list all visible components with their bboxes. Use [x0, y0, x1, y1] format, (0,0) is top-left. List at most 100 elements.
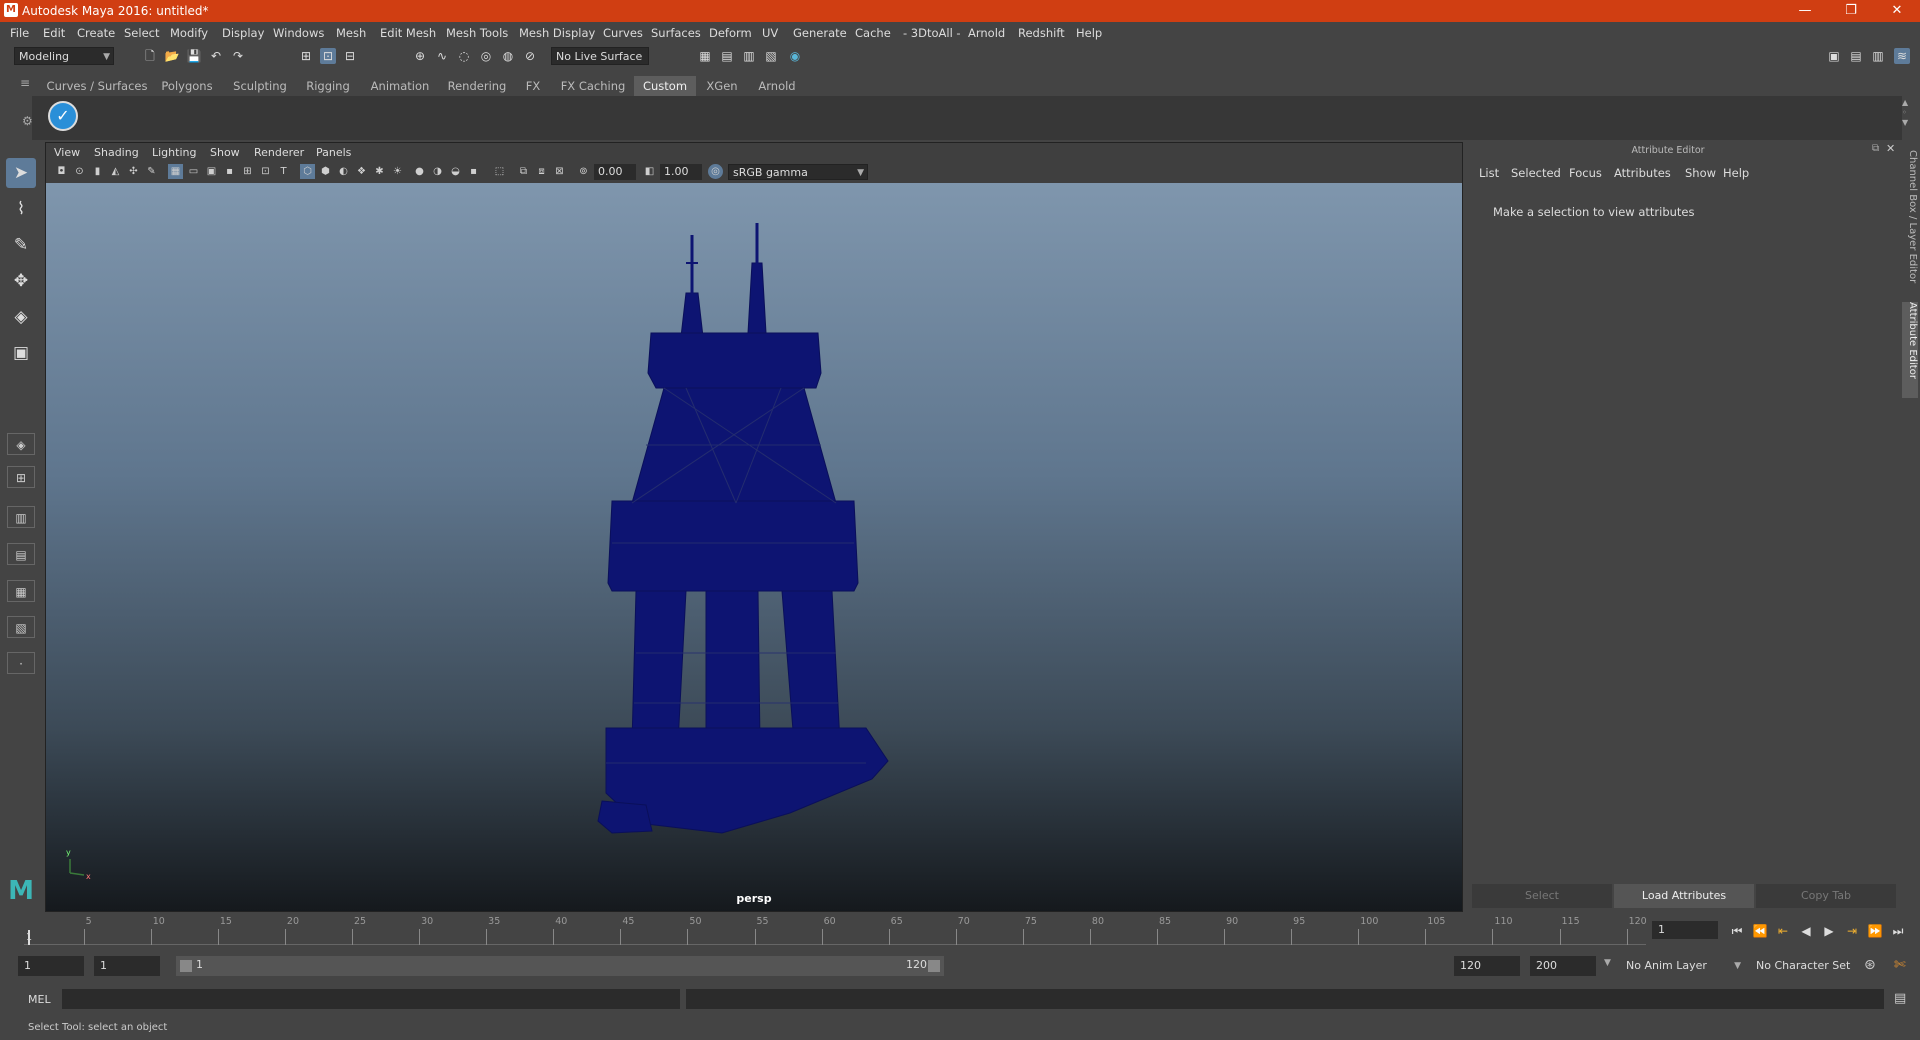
anti-aliasing-icon[interactable]: ◒: [448, 164, 463, 179]
new-scene-icon[interactable]: 🗋: [142, 48, 158, 64]
wireframe-on-shaded-icon[interactable]: ◐: [336, 164, 351, 179]
tab-animation[interactable]: Animation: [364, 76, 436, 96]
ae-menu-show[interactable]: Show: [1685, 166, 1716, 180]
playback-start-field[interactable]: 1: [94, 956, 160, 976]
animation-start-field[interactable]: 1: [18, 956, 84, 976]
go-to-start-icon[interactable]: ⏮: [1728, 922, 1746, 940]
motion-blur-icon[interactable]: ◑: [430, 164, 445, 179]
vp-menu-view[interactable]: View: [54, 146, 80, 159]
tab-rendering[interactable]: Rendering: [444, 76, 510, 96]
snap-curve-icon[interactable]: ∿: [434, 48, 450, 64]
channel-box-toggle-icon[interactable]: ≋: [1894, 48, 1910, 64]
save-scene-icon[interactable]: 💾: [186, 48, 202, 64]
select-objects-icon[interactable]: ⊡: [320, 48, 336, 64]
menu-curves[interactable]: Curves: [603, 26, 643, 40]
float-panel-icon[interactable]: ⧉: [1872, 143, 1879, 154]
select-hierarchy-icon[interactable]: ⊞: [298, 48, 314, 64]
time-slider[interactable]: 1 5 10 15 20 25 30 35 40 45 50 55 60 65 70 75 80 85 90 95 1…: [24, 915, 1647, 945]
xray-components-icon[interactable]: ⊠: [552, 164, 567, 179]
hypershade-icon[interactable]: ◉: [787, 48, 803, 64]
menu-cache[interactable]: Cache: [855, 26, 891, 40]
snap-grid-icon[interactable]: ⊕: [412, 48, 428, 64]
ae-menu-attributes[interactable]: Attributes: [1614, 166, 1671, 180]
image-plane-icon[interactable]: ◭: [108, 164, 123, 179]
ae-menu-help[interactable]: Help: [1723, 166, 1749, 180]
redo-icon[interactable]: ↷: [230, 48, 246, 64]
range-left-handle[interactable]: [180, 960, 192, 972]
menu-edit-mesh[interactable]: Edit Mesh: [380, 26, 436, 40]
checkmark-shelf-icon[interactable]: ✓: [48, 101, 78, 131]
gamma-field[interactable]: 1.00: [660, 164, 702, 180]
grease-pencil-icon[interactable]: ✎: [144, 164, 159, 179]
xray-joints-icon[interactable]: ⧈: [534, 164, 549, 179]
custom-layout-icon[interactable]: ·: [7, 652, 35, 674]
playback-end-field[interactable]: 120: [1454, 956, 1520, 976]
select-tool-icon[interactable]: ➤: [6, 158, 36, 188]
xray-icon[interactable]: ⧉: [516, 164, 531, 179]
step-back-frame-icon[interactable]: ⏪: [1751, 922, 1769, 940]
graph-layout-icon[interactable]: ▦: [7, 580, 35, 602]
vp-menu-panels[interactable]: Panels: [316, 146, 351, 159]
step-forward-key-icon[interactable]: ⇥: [1843, 922, 1861, 940]
snap-view-plane-icon[interactable]: ◎: [478, 48, 494, 64]
character-set-dropdown[interactable]: No Character Set: [1752, 956, 1862, 976]
maximize-button[interactable]: ❐: [1828, 0, 1874, 22]
script-editor-icon[interactable]: ▤: [1894, 991, 1906, 1006]
vp-menu-shading[interactable]: Shading: [94, 146, 139, 159]
lasso-tool-icon[interactable]: ⌇: [6, 194, 36, 224]
camera-select-icon[interactable]: ◘: [54, 164, 69, 179]
snap-live-icon[interactable]: ◍: [500, 48, 516, 64]
current-frame-field[interactable]: 1: [1652, 921, 1718, 939]
textured-icon[interactable]: ❖: [354, 164, 369, 179]
tab-rigging[interactable]: Rigging: [300, 76, 356, 96]
menu-3dtoall[interactable]: - 3DtoAll -: [903, 26, 961, 40]
menu-file[interactable]: File: [10, 26, 29, 40]
rotate-tool-icon[interactable]: ◈: [6, 302, 36, 332]
tab-arnold[interactable]: Arnold: [750, 76, 804, 96]
play-backward-icon[interactable]: ◀: [1797, 922, 1815, 940]
tab-fx-caching[interactable]: FX Caching: [556, 76, 630, 96]
2d-pan-zoom-icon[interactable]: ✣: [126, 164, 141, 179]
tab-custom[interactable]: Custom: [634, 76, 696, 96]
tab-sculpting[interactable]: Sculpting: [228, 76, 292, 96]
resolution-gate-icon[interactable]: ▣: [204, 164, 219, 179]
command-language-label[interactable]: MEL: [28, 993, 51, 1006]
shelf-menu-icon[interactable]: ≡: [20, 76, 30, 90]
outliner-layout-icon[interactable]: ▤: [7, 543, 35, 565]
wireframe-icon[interactable]: ⬡: [300, 164, 315, 179]
vp-menu-renderer[interactable]: Renderer: [254, 146, 304, 159]
render-current-icon[interactable]: ▤: [719, 48, 735, 64]
paint-select-tool-icon[interactable]: ✎: [6, 230, 36, 260]
tab-channel-box[interactable]: Channel Box / Layer Editor: [1902, 150, 1918, 290]
gate-mask-icon[interactable]: ▪: [222, 164, 237, 179]
range-slider[interactable]: 1 120: [176, 956, 944, 976]
range-right-handle[interactable]: [928, 960, 940, 972]
tab-attribute-editor[interactable]: Attribute Editor: [1902, 302, 1918, 398]
scale-tool-icon[interactable]: ▣: [6, 338, 36, 368]
anim-layer-dropdown[interactable]: No Anim Layer ▼: [1622, 956, 1744, 976]
step-back-key-icon[interactable]: ⇤: [1774, 922, 1792, 940]
go-to-end-icon[interactable]: ⏭: [1889, 922, 1907, 940]
vp-menu-show[interactable]: Show: [210, 146, 240, 159]
ae-menu-selected[interactable]: Selected: [1511, 166, 1561, 180]
gamma-icon[interactable]: ◧: [642, 164, 657, 179]
select-components-icon[interactable]: ⊟: [342, 48, 358, 64]
menu-uv[interactable]: UV: [762, 26, 778, 40]
menu-mesh-display[interactable]: Mesh Display: [519, 26, 595, 40]
exposure-field[interactable]: 0.00: [594, 164, 636, 180]
attribute-editor-toggle-icon[interactable]: ▤: [1848, 48, 1864, 64]
close-button[interactable]: ✕: [1874, 0, 1920, 22]
bookmark-icon[interactable]: ▮: [90, 164, 105, 179]
auto-key-icon[interactable]: ⊛: [1864, 957, 1876, 973]
menu-arnold[interactable]: Arnold: [968, 26, 1005, 40]
menu-redshift[interactable]: Redshift: [1018, 26, 1065, 40]
menu-surfaces[interactable]: Surfaces: [651, 26, 701, 40]
menu-generate[interactable]: Generate: [793, 26, 847, 40]
menu-create[interactable]: Create: [77, 26, 115, 40]
shadows-icon[interactable]: ☀: [390, 164, 405, 179]
color-space-dropdown[interactable]: sRGB gamma ▼: [728, 164, 868, 180]
animation-preferences-icon[interactable]: ✄: [1894, 957, 1906, 973]
camera-lock-icon[interactable]: ⊙: [72, 164, 87, 179]
minimize-button[interactable]: —: [1782, 0, 1828, 22]
tab-fx[interactable]: FX: [518, 76, 548, 96]
